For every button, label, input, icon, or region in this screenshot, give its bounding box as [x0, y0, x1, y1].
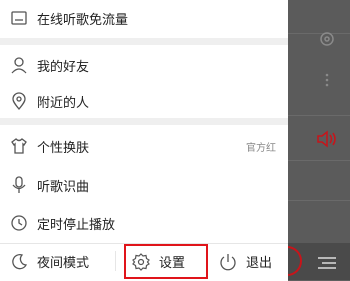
menu-item-timer[interactable]: 定时停止播放 — [0, 203, 288, 243]
free-data-icon — [11, 11, 27, 25]
bottom-divider — [115, 251, 116, 271]
location-pin-icon — [12, 92, 26, 111]
section-divider — [0, 38, 288, 45]
menu-item-free-data[interactable]: 在线听歌免流量 — [0, 0, 288, 38]
menu-label: 附近的人 — [37, 95, 90, 111]
menu-label: 定时停止播放 — [37, 217, 116, 233]
power-icon — [220, 253, 236, 270]
side-drawer: 在线听歌免流量 我的好友 附近的人 个性换肤 官方红 听歌识曲 定时停止播放 夜… — [0, 0, 288, 281]
menu-label: 我的好友 — [37, 59, 90, 75]
person-icon — [11, 57, 27, 74]
background-playlist-icon — [318, 257, 336, 269]
microphone-icon — [12, 176, 26, 193]
clock-icon — [11, 215, 27, 231]
menu-item-recognize[interactable]: 听歌识曲 — [0, 165, 288, 205]
tshirt-icon — [11, 138, 27, 154]
night-mode-label: 夜间模式 — [37, 256, 90, 271]
section-divider — [0, 118, 288, 125]
moon-icon — [12, 253, 28, 269]
skin-value: 官方红 — [246, 142, 276, 154]
exit-label: 退出 — [246, 256, 273, 271]
background-speaker-icon — [317, 130, 336, 148]
menu-label: 在线听歌免流量 — [37, 12, 129, 28]
night-mode-button[interactable]: 夜间模式 — [9, 243, 89, 280]
background-more-icon — [325, 73, 329, 87]
background-gear-icon — [320, 32, 334, 46]
menu-item-nearby[interactable]: 附近的人 — [0, 81, 288, 121]
exit-button[interactable]: 退出 — [218, 243, 272, 280]
settings-highlight-box — [124, 244, 208, 279]
menu-item-friends[interactable]: 我的好友 — [0, 45, 288, 85]
menu-label: 听歌识曲 — [37, 179, 90, 195]
menu-item-skin[interactable]: 个性换肤 官方红 — [0, 126, 288, 166]
menu-label: 个性换肤 — [37, 140, 90, 156]
